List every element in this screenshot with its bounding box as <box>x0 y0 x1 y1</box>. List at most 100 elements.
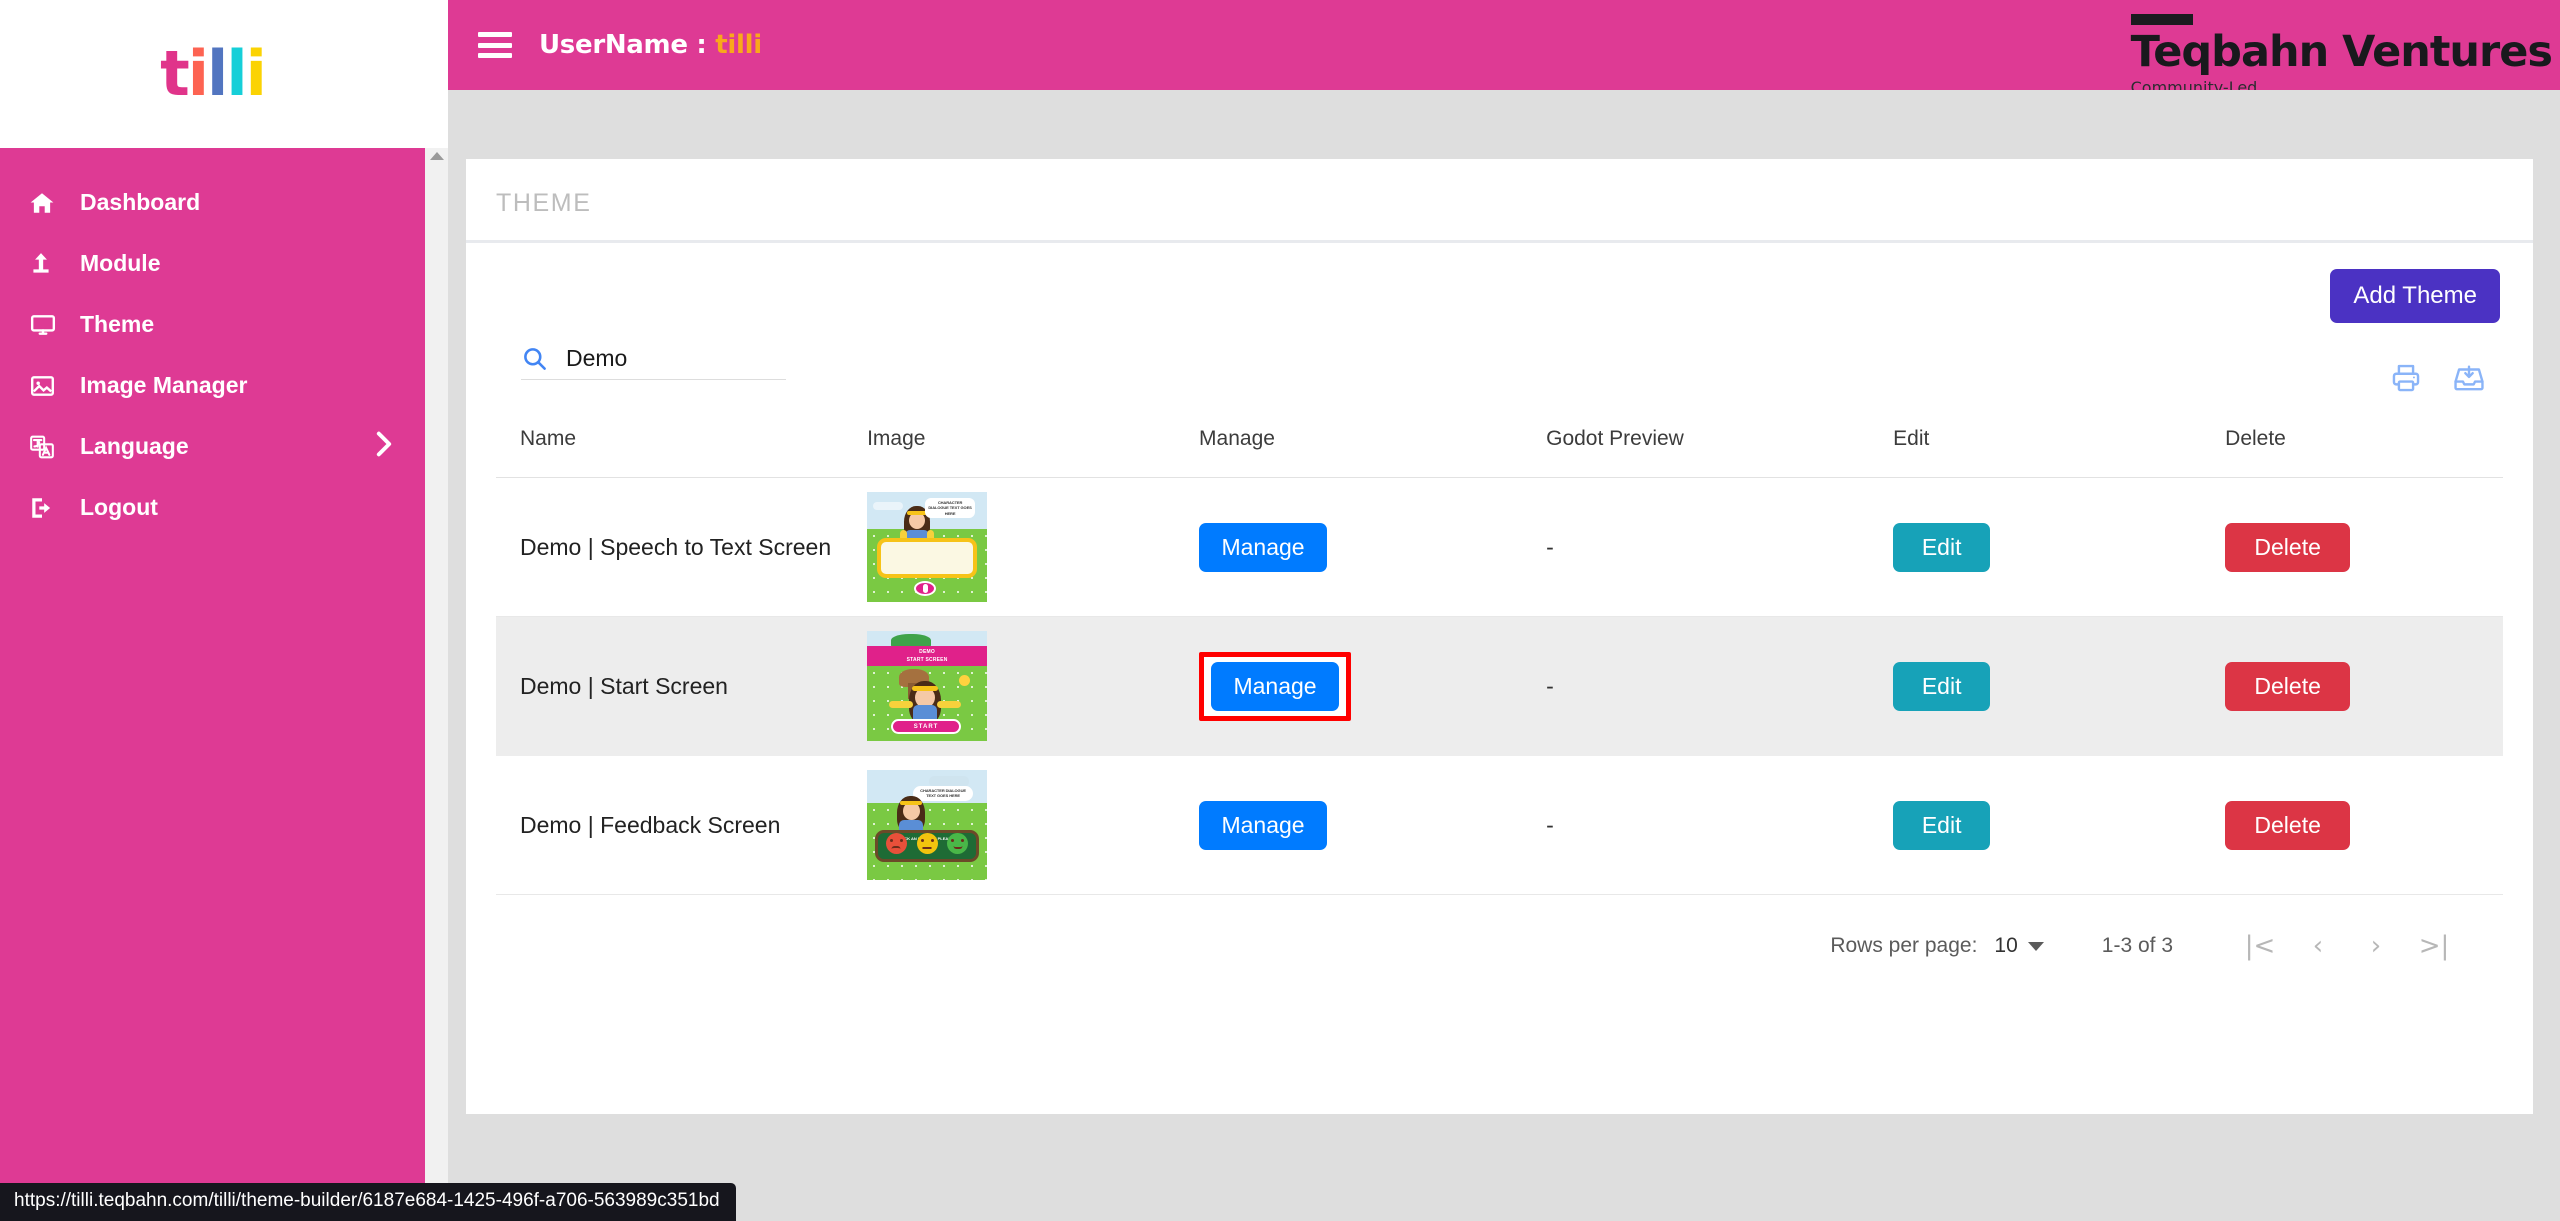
row-name-cell: Demo | Start Screen <box>496 616 844 756</box>
upload-icon <box>28 249 72 279</box>
search-box[interactable] <box>521 345 786 380</box>
page-title: THEME <box>466 159 2533 243</box>
thumb-banner: DEMO START SCREEN <box>867 646 988 668</box>
sidebar-label-module: Module <box>80 250 161 276</box>
thumb-girl-arm-right <box>937 701 962 708</box>
row-delete-cell: Delete <box>2201 616 2503 756</box>
username-label: UserName : <box>539 30 716 60</box>
thumb-banner-line1: DEMO <box>919 649 935 655</box>
edit-button[interactable]: Edit <box>1893 522 1991 572</box>
rows-per-page-select[interactable]: 10 <box>1994 934 2044 958</box>
sidebar-item-language[interactable]: Language <box>0 416 425 477</box>
sidebar-item-theme[interactable]: Theme <box>0 294 425 355</box>
logo-letter-l2: l <box>226 37 247 110</box>
speech-to-text-screen-thumbnail[interactable]: CHARACTER DIALOGUE TEXT GOES HERE <box>867 492 988 602</box>
emoji-neutral-icon <box>916 833 938 854</box>
manage-button[interactable]: Manage <box>1199 800 1328 850</box>
sidebar-nav: Dashboard Module Theme Image Manager Lan… <box>0 148 425 1221</box>
godot-preview-value: - <box>1546 811 1554 838</box>
monitor-icon <box>28 310 72 340</box>
thumb-cloud <box>873 502 904 510</box>
sidebar-item-logout[interactable]: Logout <box>0 477 425 538</box>
thumb-feedback-panel: PICK AN EMOTION PLEASE <box>875 830 980 862</box>
username-display: UserName : tilli <box>539 30 762 60</box>
feedback-screen-thumbnail[interactable]: CHARACTER DIALOGUE TEXT GOES HERE PICK A… <box>867 770 988 880</box>
print-icon[interactable] <box>2389 361 2423 400</box>
page-background: THEME Add Theme Demo Name Image Manage G… <box>448 90 2560 1221</box>
sidebar-item-module[interactable]: Module <box>0 233 425 294</box>
column-header-godot-preview: Godot Preview <box>1522 417 1870 478</box>
sidebar-label-theme: Theme <box>80 311 155 337</box>
thumb-banner-line2: START SCREEN <box>906 656 948 663</box>
first-page-button[interactable]: |< <box>2231 931 2289 961</box>
row-edit-cell: Edit <box>1869 616 2202 756</box>
sidebar-scrollbar[interactable] <box>425 148 448 1221</box>
brand-logo[interactable]: tilli <box>0 0 425 148</box>
row-image-cell: CHARACTER DIALOGUE TEXT GOES HERE PICK A… <box>843 755 1176 895</box>
pagination-range: 1-3 of 3 <box>2101 934 2173 957</box>
sidebar-label-language: Language <box>80 433 189 459</box>
chevron-right-icon[interactable] <box>375 431 393 463</box>
manage-button[interactable]: Manage <box>1199 522 1328 572</box>
status-bar-url: https://tilli.teqbahn.com/tilli/theme-bu… <box>0 1183 736 1221</box>
logo-letter-i2: i <box>245 37 267 110</box>
column-header-delete: Delete <box>2201 417 2503 478</box>
previous-page-button[interactable]: ‹ <box>2289 931 2347 961</box>
emoji-sad-icon <box>885 833 907 854</box>
sidebar-label-image-manager: Image Manager <box>80 372 248 398</box>
delete-button[interactable]: Delete <box>2225 800 2351 850</box>
card-body: Add Theme Demo Name Image Manage Godot P… <box>466 243 2533 961</box>
add-theme-button[interactable]: Add Theme <box>2330 269 2500 323</box>
thumb-girl-arm-left <box>889 701 914 708</box>
logo-letter-t: t <box>160 37 190 110</box>
image-icon <box>28 371 72 401</box>
edit-button[interactable]: Edit <box>1893 661 1991 711</box>
mic-icon <box>922 584 928 593</box>
godot-preview-value: - <box>1546 672 1554 699</box>
row-name-cell: Demo | Feedback Screen <box>496 755 844 895</box>
table-header-row: Name Image Manage Godot Preview Edit Del… <box>496 417 2503 478</box>
table-head: Name Image Manage Godot Preview Edit Del… <box>496 417 2503 478</box>
search-input[interactable] <box>566 345 786 372</box>
thumb-girl-headband <box>912 686 939 691</box>
logo-letter-l1: l <box>207 37 228 110</box>
top-header-bar: UserName : tilli Teqbahn Ventures Commun… <box>448 0 2560 117</box>
column-header-name: Name <box>496 417 844 478</box>
scroll-up-arrow-icon[interactable] <box>429 152 444 160</box>
app-root: tilli Dashboard Module Theme Image Manag… <box>0 0 2560 1221</box>
tilli-logo: tilli <box>160 37 267 110</box>
download-icon[interactable] <box>2451 361 2487 400</box>
rows-per-page-value: 10 <box>1994 934 2018 957</box>
thumb-girl-headband <box>907 511 928 515</box>
row-godot-cell: - <box>1522 755 1870 895</box>
next-page-button[interactable]: › <box>2347 931 2405 961</box>
thumb-bird <box>959 675 971 686</box>
delete-button[interactable]: Delete <box>2225 661 2351 711</box>
pagination-bar: Rows per page: 10 1-3 of 3 |< ‹ › >| <box>496 895 2503 961</box>
row-edit-cell: Edit <box>1869 755 2202 895</box>
delete-button[interactable]: Delete <box>2225 522 2351 572</box>
table-tool-icons <box>2389 361 2487 400</box>
logout-icon <box>28 493 72 523</box>
sidebar-item-dashboard[interactable]: Dashboard <box>0 172 425 233</box>
add-theme-row: Add Theme <box>496 243 2503 339</box>
manage-button[interactable]: Manage <box>1211 661 1340 711</box>
sidebar: tilli Dashboard Module Theme Image Manag… <box>0 0 425 1221</box>
column-header-image: Image <box>843 417 1176 478</box>
row-godot-cell: - <box>1522 477 1870 617</box>
row-edit-cell: Edit <box>1869 477 2202 617</box>
username-value: tilli <box>715 30 762 60</box>
hamburger-icon[interactable] <box>478 32 512 58</box>
edit-button[interactable]: Edit <box>1893 800 1991 850</box>
table-row: Demo | Speech to Text Screen CHARACTER D… <box>496 477 2503 617</box>
thumb-dialogue-bubble: CHARACTER DIALOGUE TEXT GOES HERE <box>925 498 976 519</box>
search-icon <box>521 345 548 372</box>
rows-per-page-label: Rows per page: <box>1830 934 1978 957</box>
sidebar-label-dashboard: Dashboard <box>80 189 201 215</box>
row-delete-cell: Delete <box>2201 755 2503 895</box>
sidebar-item-image-manager[interactable]: Image Manager <box>0 355 425 416</box>
last-page-button[interactable]: >| <box>2405 931 2463 961</box>
row-manage-cell: Manage <box>1175 755 1523 895</box>
translate-icon <box>28 432 72 462</box>
start-screen-thumbnail[interactable]: DEMO START SCREEN START <box>867 631 988 741</box>
